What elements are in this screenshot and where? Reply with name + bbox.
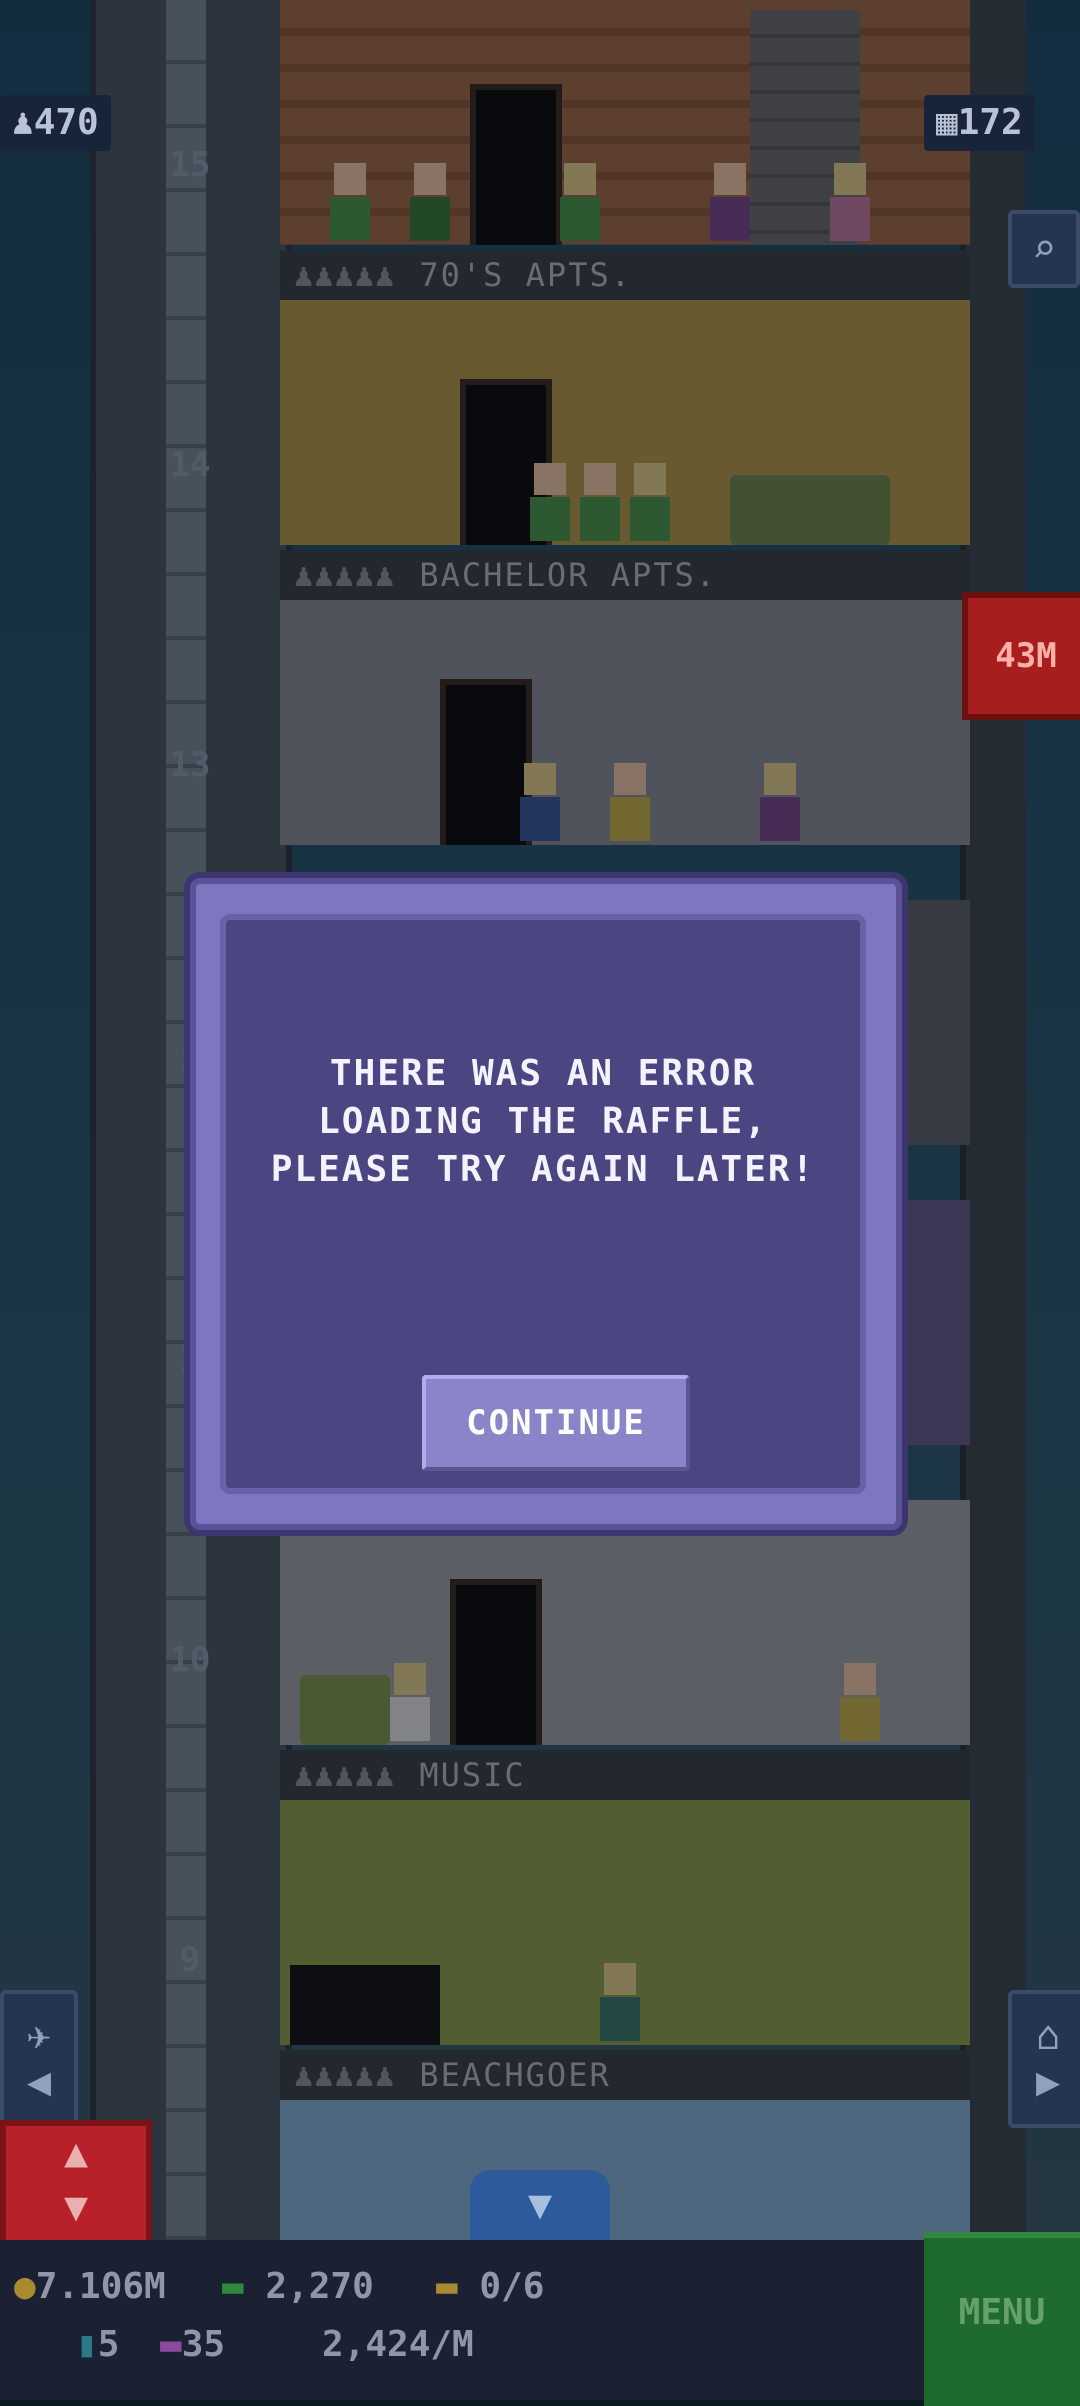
ticket-icon: ▬	[436, 2266, 458, 2307]
tenant[interactable]	[410, 163, 450, 241]
door	[470, 84, 562, 245]
tenant[interactable]	[840, 1663, 880, 1741]
floor-label: ♟♟♟♟♟ BEACHGOER	[280, 2050, 970, 2100]
room-interior	[280, 2100, 970, 2240]
room-interior	[280, 300, 970, 545]
key-icon: ▮	[76, 2324, 98, 2365]
floor-number: 10	[169, 1640, 211, 1680]
floor-70s-apts[interactable]: ♟♟♟♟♟ 70'S APTS.	[280, 0, 970, 300]
floor-label: ♟♟♟♟♟ 70'S APTS.	[280, 250, 970, 300]
coins-stat: ●7.106M	[14, 2266, 166, 2307]
tenant[interactable]	[520, 763, 560, 841]
tenant[interactable]	[760, 763, 800, 841]
elevator-person-icon: ✈	[26, 2013, 52, 2059]
tenant[interactable]	[610, 763, 650, 841]
floor-number: 15	[169, 145, 211, 185]
menu-button[interactable]: MENU	[924, 2232, 1080, 2406]
chevron-down-icon: ▼	[527, 2182, 553, 2228]
tickets-stat: ▬ 0/6	[436, 2266, 545, 2307]
bux-stat: ▬ 2,270	[222, 2266, 374, 2307]
floor-music[interactable]: ♟♟♟♟♟ MUSIC	[280, 1500, 970, 1800]
keys-stat: ▮5	[76, 2324, 120, 2365]
scroll-down-button[interactable]: ▼	[470, 2170, 610, 2240]
timer-badge[interactable]: 43M	[962, 592, 1080, 720]
tenant[interactable]	[530, 463, 570, 541]
floor-label: ♟♟♟♟♟ BACHELOR APTS.	[280, 550, 970, 600]
tenant[interactable]	[830, 163, 870, 241]
left-nav-button[interactable]: ✈ ◀	[0, 1990, 78, 2128]
chevron-right-icon: ▶	[1035, 2059, 1061, 2105]
floor-bachelor-apts[interactable]: ♟♟♟♟♟ BACHELOR APTS.	[280, 300, 970, 600]
armchair	[300, 1675, 390, 1745]
dialog-panel: THERE WAS AN ERROR LOADING THE RAFFLE, P…	[220, 914, 866, 1494]
room-interior	[280, 0, 970, 245]
bux-icon: ▬	[222, 2266, 244, 2307]
floor-beachgoer[interactable]: ♟♟♟♟♟ BEACHGOER	[280, 1800, 970, 2100]
home-icon: ⌂	[1035, 2013, 1061, 2059]
floor-label: ♟♟♟♟♟ MUSIC	[280, 1750, 970, 1800]
room-interior	[280, 1800, 970, 2045]
search-icon[interactable]: ⌕	[1008, 210, 1080, 288]
floor-number: 9	[179, 1940, 201, 1980]
floor-13[interactable]	[280, 600, 970, 900]
floor-number: 13	[169, 745, 211, 785]
elevator-updown-button[interactable]: ▲ ▼	[0, 2120, 152, 2240]
tenant[interactable]	[390, 1663, 430, 1741]
door	[450, 1579, 542, 1745]
population-counter: ♟470	[0, 95, 111, 151]
bottom-status-bar: ●7.106M ▬ 2,270 ▬ 0/6 ▮5 ▬35 2,424/M	[0, 2240, 1080, 2400]
tenant[interactable]	[330, 163, 370, 241]
chevron-left-icon: ◀	[26, 2059, 52, 2105]
piano	[290, 1965, 440, 2045]
coin-icon: ●	[14, 2266, 36, 2307]
sofa	[730, 475, 890, 545]
floor-number: 14	[169, 445, 211, 485]
tenant[interactable]	[560, 163, 600, 241]
vip-icon: ▬	[160, 2324, 182, 2365]
floor-8[interactable]	[280, 2100, 970, 2240]
tenant[interactable]	[580, 463, 620, 541]
tenant[interactable]	[600, 1963, 640, 2041]
floors-counter: ▦172	[924, 95, 1035, 151]
tenant[interactable]	[630, 463, 670, 541]
door	[440, 679, 532, 845]
income-stat: 2,424/M	[322, 2324, 474, 2365]
error-dialog: THERE WAS AN ERROR LOADING THE RAFFLE, P…	[190, 878, 902, 1530]
chevron-updown-icon: ▲ ▼	[63, 2130, 89, 2230]
continue-button[interactable]: CONTINUE	[422, 1375, 690, 1471]
dialog-message: THERE WAS AN ERROR LOADING THE RAFFLE, P…	[270, 1053, 816, 1190]
tenant[interactable]	[710, 163, 750, 241]
room-interior	[280, 1500, 970, 1745]
vip-stat: ▬35	[160, 2324, 226, 2365]
right-nav-button[interactable]: ⌂ ▶	[1008, 1990, 1080, 2128]
room-interior	[280, 600, 970, 845]
